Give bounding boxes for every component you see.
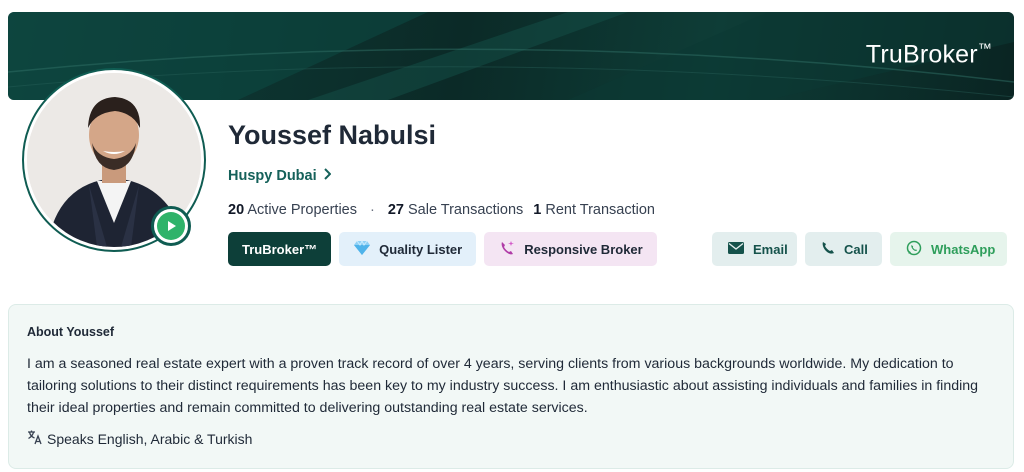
- call-button-label: Call: [844, 241, 868, 257]
- agency-name[interactable]: Huspy Dubai: [228, 168, 317, 184]
- agent-name: Youssef Nabulsi: [228, 120, 437, 150]
- stat-separator: ·: [369, 202, 375, 218]
- whatsapp-icon: [906, 240, 922, 259]
- phone-sparkle-icon: [498, 239, 516, 260]
- trubroker-logo-mark: ™: [977, 40, 992, 56]
- stat-rent-transactions: 1 Rent Transaction: [533, 202, 655, 218]
- play-icon: [157, 212, 185, 240]
- languages-row: Speaks English, Arabic & Turkish: [27, 429, 995, 448]
- video-intro-button[interactable]: [151, 206, 191, 246]
- trubroker-logo-text: TruBroker: [865, 40, 978, 69]
- trubroker-badge[interactable]: TruBroker™: [228, 232, 332, 266]
- trubroker-badge-label: TruBroker™: [242, 241, 318, 257]
- stat-sale-transactions: 27 Sale Transactions: [387, 202, 524, 218]
- trubroker-logo: TruBroker™: [866, 40, 992, 69]
- phone-icon: [821, 241, 835, 258]
- agent-stats: 20 Active Properties · 27 Sale Transacti…: [228, 202, 655, 218]
- call-button[interactable]: Call: [805, 232, 882, 266]
- envelope-icon: [728, 241, 744, 257]
- quality-lister-badge[interactable]: Quality Lister: [339, 232, 477, 266]
- diamond-icon: [353, 239, 371, 259]
- agency-link[interactable]: Huspy Dubai: [228, 168, 332, 184]
- whatsapp-button[interactable]: WhatsApp: [890, 232, 1007, 266]
- email-button[interactable]: Email: [712, 232, 797, 266]
- stat-active-properties: 20 Active Properties: [228, 202, 357, 218]
- about-section: About Youssef I am a seasoned real estat…: [8, 304, 1014, 469]
- whatsapp-button-label: WhatsApp: [931, 241, 996, 257]
- about-description: I am a seasoned real estate expert with …: [27, 356, 979, 416]
- quality-lister-label: Quality Lister: [379, 241, 463, 257]
- email-button-label: Email: [753, 241, 788, 257]
- about-title: About Youssef: [27, 325, 115, 339]
- languages-text: Speaks English, Arabic & Turkish: [47, 430, 253, 447]
- agent-badges: TruBroker™ Quality Lister Responsive Bro…: [228, 232, 657, 266]
- chevron-right-icon: [323, 168, 332, 184]
- responsive-broker-label: Responsive Broker: [524, 241, 643, 257]
- translate-icon: [27, 429, 43, 448]
- responsive-broker-badge[interactable]: Responsive Broker: [484, 232, 657, 266]
- contact-actions: Email Call WhatsApp: [712, 232, 1007, 266]
